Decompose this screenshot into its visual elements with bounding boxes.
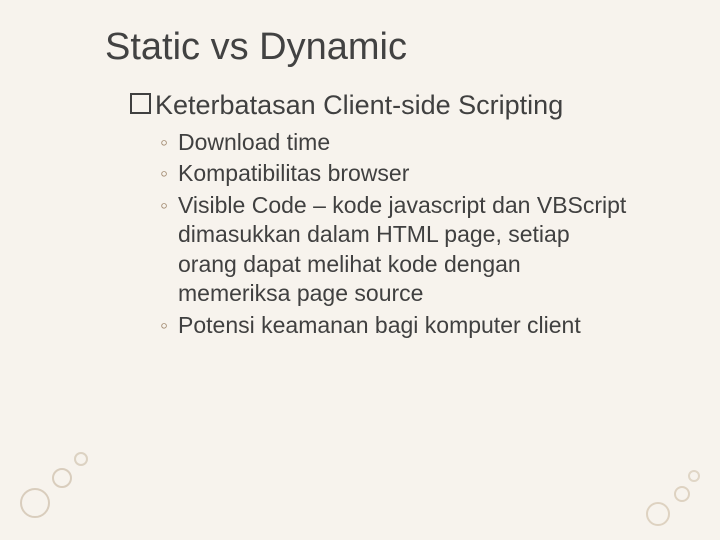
bullet-text: Kompatibilitas browser xyxy=(178,159,630,188)
bullet-text: Potensi keamanan bagi komputer client xyxy=(178,311,630,340)
subtitle-text: Keterbatasan Client-side Scripting xyxy=(155,90,563,120)
bullet-text: Download time xyxy=(178,128,630,157)
slide-subtitle: Keterbatasan Client-side Scripting xyxy=(130,90,563,121)
slide-title: Static vs Dynamic xyxy=(105,26,407,69)
list-item: ◦ Potensi keamanan bagi komputer client xyxy=(160,311,630,340)
list-item: ◦ Download time xyxy=(160,128,630,157)
circle-decoration-icon xyxy=(674,486,690,502)
bullet-marker-icon: ◦ xyxy=(160,128,178,157)
bullet-marker-icon: ◦ xyxy=(160,311,178,340)
bullet-list: ◦ Download time ◦ Kompatibilitas browser… xyxy=(160,128,630,342)
list-item: ◦ Visible Code – kode javascript dan VBS… xyxy=(160,191,630,309)
bullet-text: Visible Code – kode javascript dan VBScr… xyxy=(178,191,630,309)
circle-decoration-icon xyxy=(20,488,50,518)
circle-decoration-icon xyxy=(52,468,72,488)
square-bullet-icon xyxy=(130,93,151,114)
list-item: ◦ Kompatibilitas browser xyxy=(160,159,630,188)
bullet-marker-icon: ◦ xyxy=(160,191,178,309)
circle-decoration-icon xyxy=(646,502,670,526)
bullet-marker-icon: ◦ xyxy=(160,159,178,188)
slide: Static vs Dynamic Keterbatasan Client-si… xyxy=(0,0,720,540)
circle-decoration-icon xyxy=(688,470,700,482)
circle-decoration-icon xyxy=(74,452,88,466)
